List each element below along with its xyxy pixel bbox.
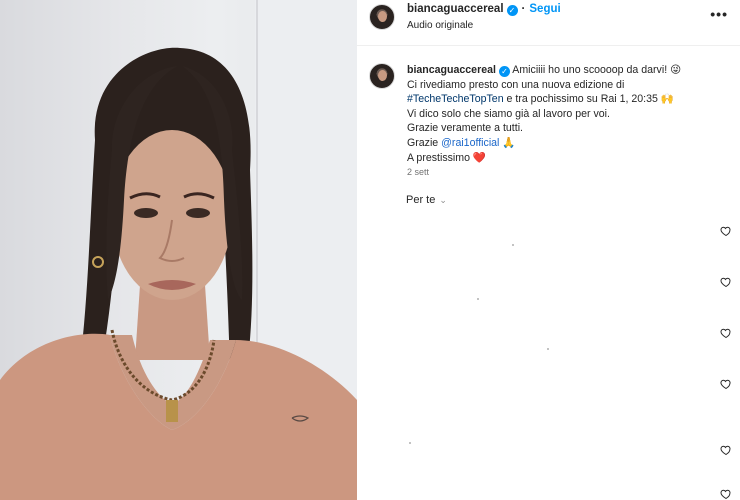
header-user-line: biancaguaccereal ✓ · Segui <box>407 3 561 16</box>
comment-placeholder <box>409 442 411 444</box>
caption-line-5: Grazie veramente a tutti. <box>407 122 523 135</box>
caption-line-2: Ci rivediamo presto con una nuova edizio… <box>407 78 625 91</box>
audio-link[interactable]: Audio originale <box>407 20 473 31</box>
comment-placeholder <box>547 348 549 350</box>
heart-icon[interactable] <box>720 225 732 237</box>
follow-button[interactable]: Segui <box>529 3 560 15</box>
caption-line-3: #TecheTecheTopTen e tra pochissimo su Ra… <box>407 92 732 107</box>
caption-text-6: Grazie <box>407 136 442 149</box>
comments-sort-dropdown[interactable]: Per te ⌄ <box>406 194 447 206</box>
caption-username[interactable]: biancaguaccereal <box>407 64 496 76</box>
hashtag-link[interactable]: #TecheTecheTopTen <box>407 93 504 105</box>
caption-text-6b: 🙏 <box>499 136 516 149</box>
heart-icon[interactable] <box>720 276 732 288</box>
heart-icon[interactable] <box>720 327 732 339</box>
video-frame-portrait <box>0 0 357 500</box>
video-player[interactable] <box>0 0 357 500</box>
verified-badge-icon: ✓ <box>506 5 518 16</box>
post-timestamp[interactable]: 2 sett <box>407 167 429 177</box>
heart-icon[interactable] <box>720 378 732 390</box>
post-panel: biancaguaccereal ✓ · Segui Audio originale … <box>357 0 740 500</box>
dot-separator: · <box>521 3 526 15</box>
post-caption: biancaguaccereal ✓ Amiciiii ho uno scoooo… <box>407 63 732 165</box>
heart-icon[interactable] <box>720 444 732 456</box>
username-link[interactable]: biancaguaccereal <box>407 3 504 15</box>
mention-link[interactable]: @rai1official <box>441 137 499 149</box>
caption-line-1: biancaguaccereal ✓ Amiciiii ho uno scoooo… <box>407 63 732 78</box>
caption-avatar[interactable] <box>369 63 395 89</box>
more-options-icon[interactable]: ••• <box>710 6 728 22</box>
verified-badge-icon: ✓ <box>498 66 510 77</box>
caption-line-6: Grazie @rai1official 🙏 <box>407 136 732 151</box>
caption-line-7: A prestissimo ❤️ <box>407 151 487 164</box>
heart-icon[interactable] <box>720 488 732 500</box>
comment-placeholder <box>477 298 479 300</box>
avatar[interactable] <box>369 4 395 30</box>
caption-line-4: Vi dico solo che siamo già al lavoro per… <box>407 107 610 120</box>
post-header: biancaguaccereal ✓ · Segui Audio originale … <box>357 0 740 46</box>
chevron-down-icon: ⌄ <box>439 195 447 205</box>
caption-text-3: e tra pochissimo su Rai 1, 20:35 🙌 <box>503 93 675 106</box>
comment-placeholder <box>512 244 514 246</box>
comments-sort-label: Per te <box>406 194 436 206</box>
caption-text-1: Amiciiii ho uno scoooop da darvi! 😜 <box>512 64 682 76</box>
